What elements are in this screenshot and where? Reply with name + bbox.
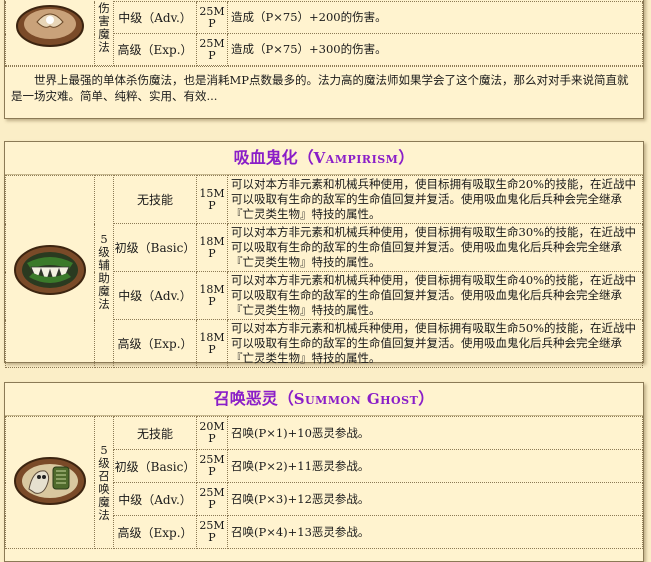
mp-cost: 25M P: [196, 449, 228, 483]
skill-level: 初级（Basic）: [113, 223, 197, 272]
spell-note: 世界上最强的单体杀伤魔法，也是消耗MP点数最多的。法力高的魔法师如果学会了这个魔…: [5, 66, 643, 108]
category-char: 法: [98, 40, 110, 54]
category-char: 5: [100, 442, 108, 457]
spell-icon-cell: [5, 175, 95, 368]
spell-icon-cell: [5, 416, 95, 549]
skill-description: 可以对本方非元素和机械兵种使用，使目标拥有吸取生命30%的技能，在近战中可以吸取…: [227, 223, 643, 272]
spell-title: 召唤恶灵（Summon Ghost）: [5, 383, 643, 416]
mp-cost: 25M P: [196, 515, 228, 549]
mp-cost: 25M P: [196, 33, 228, 66]
category-char: 辅: [98, 257, 110, 272]
skill-level: 中级（Adv.）: [113, 271, 197, 320]
mp-cost: 25M P: [196, 1, 228, 34]
spell-category: 5 级 召 唤 魔 法: [94, 416, 114, 549]
skill-description: 可以对本方非元素和机械兵种使用，使目标拥有吸取生命40%的技能，在近战中可以吸取…: [227, 271, 643, 320]
skill-description: 召唤(P×3)+12恶灵参战。: [227, 482, 643, 516]
spell-icon-cell: [5, 0, 95, 66]
skill-level: 高级（Exp.）: [113, 515, 197, 549]
mp-cost: 18M P: [196, 223, 228, 272]
category-char: 法: [98, 296, 110, 311]
category-char: 助: [98, 270, 110, 285]
mp-cost: 20M P: [196, 416, 228, 450]
skill-description: 可以对本方非元素和机械兵种使用，使目标拥有吸取生命50%的技能，在近战中可以吸取…: [227, 319, 643, 368]
skill-level: 高级（Exp.）: [113, 319, 197, 368]
skill-description: 造成（P×75）+300的伤害。: [227, 33, 643, 66]
vampire-fangs-icon: [13, 243, 87, 300]
category-char: 级: [98, 244, 110, 259]
spell-table: 伤 害 魔 法 中级（Adv.） 25M P 造成（P×75）+200的伤害。 高…: [5, 0, 643, 66]
skill-description: 造成（P×75）+200的伤害。: [227, 1, 643, 34]
category-char: 魔: [98, 494, 110, 509]
skill-description: 召唤(P×4)+13恶灵参战。: [227, 515, 643, 549]
mp-cost: 25M P: [196, 482, 228, 516]
spell-card-damage: 伤 害 魔 法 中级（Adv.） 25M P 造成（P×75）+200的伤害。 高…: [4, 0, 644, 119]
mp-cost: 18M P: [196, 271, 228, 320]
skill-level: 无技能: [113, 416, 197, 450]
skill-description: 可以对本方非元素和机械兵种使用，使目标拥有吸取生命20%的技能，在近战中可以吸取…: [227, 175, 643, 224]
mp-cost: 15M P: [196, 175, 228, 224]
category-char: 法: [98, 507, 110, 522]
skill-description: 召唤(P×1)+10恶灵参战。: [227, 416, 643, 450]
spell-table: 5 级 辅 助 魔 法 无技能 15M P 可以对本方非元素和机械兵种使用，使目标…: [5, 175, 643, 368]
spell-card-summon-ghost: 召唤恶灵（Summon Ghost） 5 级 召 唤 魔 法 无技能 20M P…: [4, 382, 644, 562]
spell-category: 伤 害 魔 法: [94, 0, 114, 66]
category-char: 唤: [98, 481, 110, 496]
skill-description: 召唤(P×2)+11恶灵参战。: [227, 449, 643, 483]
category-char: 级: [98, 455, 110, 470]
category-char: 5: [100, 231, 108, 246]
skill-level: 初级（Basic）: [113, 449, 197, 483]
category-char: 召: [98, 468, 110, 483]
mp-cost: 18M P: [196, 319, 228, 368]
spell-category: 5 级 辅 助 魔 法: [94, 175, 114, 368]
skill-level: 中级（Adv.）: [113, 1, 197, 34]
skill-level: 高级（Exp.）: [113, 33, 197, 66]
spell-card-vampirism: 吸血鬼化（Vampirism） 5 级 辅 助 魔 法 无技能 15M P 可以…: [4, 141, 644, 368]
damage-spell-icon: [15, 2, 85, 51]
ghost-summon-icon: [13, 455, 87, 510]
skill-level: 无技能: [113, 175, 197, 224]
spell-title: 吸血鬼化（Vampirism）: [5, 142, 643, 175]
category-char: 魔: [98, 283, 110, 298]
spell-table: 5 级 召 唤 魔 法 无技能 20M P 召唤(P×1)+10恶灵参战。 初级（…: [5, 416, 643, 549]
skill-level: 中级（Adv.）: [113, 482, 197, 516]
